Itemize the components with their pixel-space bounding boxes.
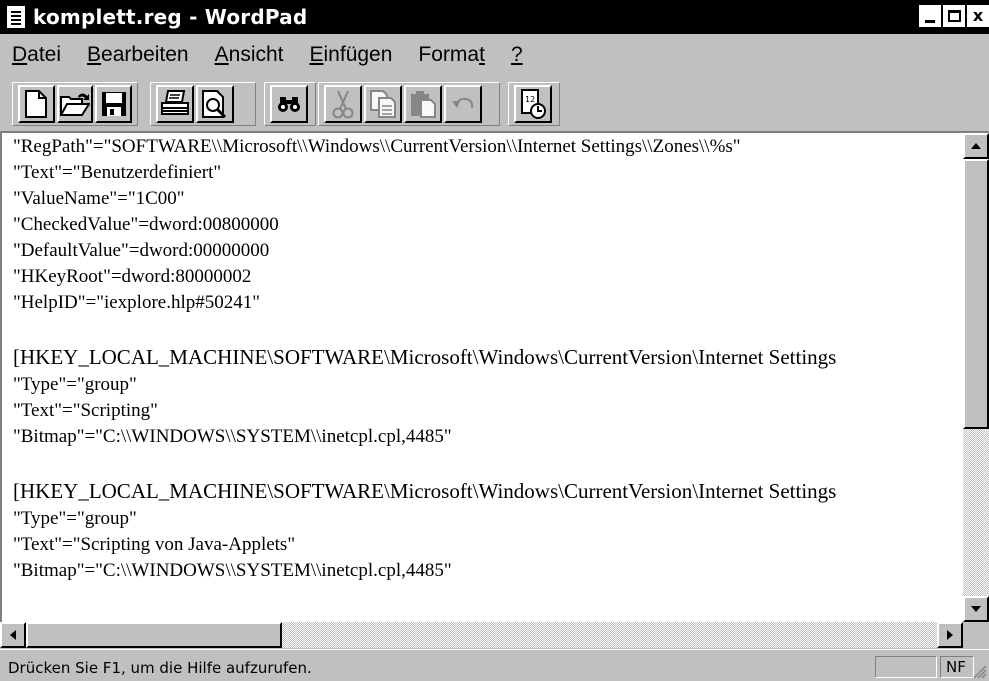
- status-text: Drücken Sie F1, um die Hilfe aufzurufen.: [8, 659, 312, 677]
- text-line: "Bitmap"="C:\\WINDOWS\\SYSTEM\\inetcpl.c…: [13, 426, 452, 447]
- arrow-left-icon: [10, 630, 16, 640]
- toolbar-group-file: [12, 82, 138, 126]
- menu-bearbeiten[interactable]: Bearbeiten: [79, 43, 197, 67]
- undo-button[interactable]: [444, 85, 482, 123]
- toolbar-group-print: [150, 82, 256, 126]
- text-line: "CheckedValue"=dword:00800000: [13, 214, 279, 235]
- title-bar[interactable]: komplett.reg - WordPad x: [0, 0, 989, 34]
- print-button[interactable]: [156, 85, 194, 123]
- close-button[interactable]: x: [967, 5, 989, 27]
- paste-button[interactable]: [404, 85, 442, 123]
- menu-help[interactable]: ?: [503, 43, 531, 67]
- text-line: "Type"="group": [13, 508, 137, 529]
- document-text-area[interactable]: "RegPath"="SOFTWARE\\Microsoft\\Windows\…: [13, 134, 961, 614]
- copy-button[interactable]: [364, 85, 402, 123]
- toolbar: 12: [0, 76, 989, 130]
- date-time-button[interactable]: 12: [514, 85, 552, 123]
- save-icon: [101, 92, 126, 116]
- maximize-button[interactable]: [943, 5, 965, 27]
- vertical-scrollbar[interactable]: [963, 133, 989, 622]
- text-line: [HKEY_LOCAL_MACHINE\SOFTWARE\Microsoft\W…: [13, 345, 837, 369]
- find-icon: [278, 97, 300, 112]
- text-line: "Text"="Scripting von Java-Applets": [13, 534, 296, 555]
- arrow-down-icon: [971, 606, 981, 612]
- horizontal-scroll-thumb[interactable]: [26, 622, 282, 648]
- menu-bar: Datei Bearbeiten Ansicht Einfügen Format…: [0, 34, 989, 76]
- date-time-icon: 12: [521, 89, 546, 119]
- open-icon: [60, 93, 90, 116]
- new-button[interactable]: [18, 85, 55, 123]
- menu-ansicht[interactable]: Ansicht: [207, 43, 292, 67]
- text-line: "Text"="Benutzerdefiniert": [13, 162, 222, 183]
- copy-icon: [370, 90, 396, 118]
- close-icon: x: [972, 6, 984, 25]
- horizontal-scrollbar[interactable]: [0, 622, 963, 648]
- window-title: komplett.reg - WordPad: [33, 5, 308, 29]
- toolbar-group-find: [264, 82, 316, 126]
- text-line: [13, 450, 961, 476]
- arrow-right-icon: [947, 630, 953, 640]
- save-button[interactable]: [95, 85, 133, 123]
- scroll-right-button[interactable]: [937, 622, 963, 648]
- status-bar: Drücken Sie F1, um die Hilfe aufzurufen.…: [0, 649, 989, 681]
- maximize-icon: [947, 10, 961, 22]
- cut-button[interactable]: [324, 85, 362, 123]
- status-panel-1: [875, 656, 937, 678]
- wordpad-document-icon[interactable]: [7, 6, 25, 28]
- scrollbar-corner: [963, 622, 989, 648]
- toolbar-group-insert: 12: [508, 82, 560, 126]
- scroll-down-button[interactable]: [963, 596, 989, 622]
- text-line: "ValueName"="1C00": [13, 188, 185, 209]
- text-line: "Bitmap"="C:\\WINDOWS\\SYSTEM\\inetcpl.c…: [13, 560, 452, 581]
- resize-grip-icon[interactable]: [973, 665, 987, 679]
- minimize-button[interactable]: [919, 5, 941, 27]
- cut-icon: [332, 90, 354, 119]
- text-line: "DefaultValue"=dword:00000000: [13, 240, 270, 261]
- paste-icon: [411, 91, 436, 118]
- text-line: "Text"="Scripting": [13, 400, 158, 421]
- print-icon: [161, 90, 189, 115]
- menu-datei[interactable]: Datei: [4, 43, 69, 67]
- text-line: [13, 316, 961, 342]
- scroll-up-button[interactable]: [963, 133, 989, 159]
- text-line: "HKeyRoot"=dword:80000002: [13, 266, 252, 287]
- status-panel-nf: NF: [940, 656, 974, 678]
- wordpad-window: komplett.reg - WordPad x Datei Bearbeite…: [0, 0, 989, 681]
- svg-text:12: 12: [525, 95, 535, 104]
- arrow-up-icon: [971, 143, 981, 149]
- vertical-scroll-thumb[interactable]: [963, 159, 989, 429]
- print-preview-icon: [202, 90, 227, 118]
- text-line: "RegPath"="SOFTWARE\\Microsoft\\Windows\…: [13, 136, 741, 157]
- undo-icon: [452, 97, 474, 109]
- toolbar-group-edit: [318, 82, 500, 126]
- text-line: [HKEY_LOCAL_MACHINE\SOFTWARE\Microsoft\W…: [13, 479, 837, 503]
- menu-format[interactable]: Format: [410, 43, 493, 67]
- print-preview-button[interactable]: [196, 85, 234, 123]
- open-button[interactable]: [56, 85, 94, 123]
- minimize-icon: [925, 19, 935, 23]
- new-icon: [25, 90, 48, 118]
- menu-einfuegen[interactable]: Einfügen: [302, 43, 401, 67]
- find-button[interactable]: [270, 85, 308, 123]
- scroll-left-button[interactable]: [0, 622, 26, 648]
- text-line: "Type"="group": [13, 374, 137, 395]
- text-line: "HelpID"="iexplore.hlp#50241": [13, 292, 260, 313]
